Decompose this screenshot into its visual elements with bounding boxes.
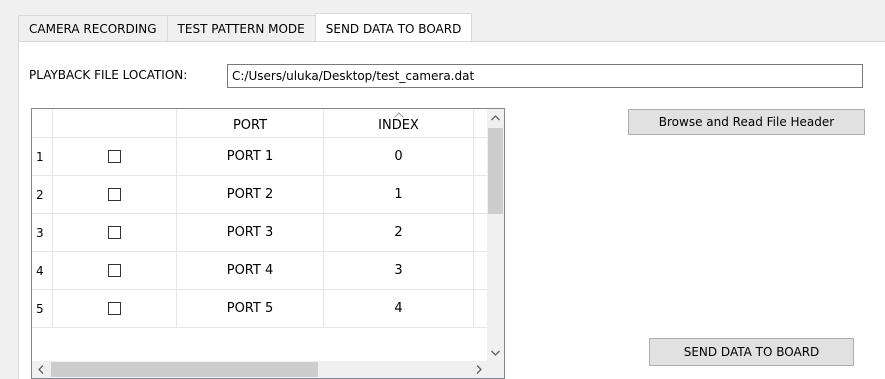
column-header-select[interactable] bbox=[53, 109, 177, 138]
tab-test-pattern-mode[interactable]: TEST PATTERN MODE bbox=[166, 15, 316, 41]
row-select-cell bbox=[53, 290, 177, 328]
index-cell[interactable]: 1 bbox=[324, 176, 474, 214]
header-filler bbox=[474, 109, 487, 138]
row-filler bbox=[474, 176, 487, 214]
port-cell[interactable]: PORT 4 bbox=[177, 252, 324, 290]
tab-camera-recording[interactable]: CAMERA RECORDING bbox=[18, 15, 168, 41]
row-select-cell bbox=[53, 214, 177, 252]
scroll-left-button[interactable] bbox=[32, 361, 49, 378]
table-row[interactable]: 1 PORT 1 0 bbox=[32, 138, 487, 176]
table-row[interactable]: 5 PORT 5 4 bbox=[32, 290, 487, 328]
scroll-up-button[interactable] bbox=[487, 109, 504, 126]
table-row[interactable]: 4 PORT 4 3 bbox=[32, 252, 487, 290]
row-filler bbox=[474, 138, 487, 176]
column-header-index-label: INDEX bbox=[378, 117, 419, 133]
column-header-index[interactable]: INDEX bbox=[324, 109, 474, 138]
table-row[interactable]: 2 PORT 2 1 bbox=[32, 176, 487, 214]
arrow-right-icon bbox=[476, 365, 482, 374]
row-checkbox[interactable] bbox=[108, 264, 121, 277]
port-table-grid: PORT INDEX 1 PORT 1 0 2 PORT 2 1 3 PORT … bbox=[32, 109, 487, 361]
index-cell[interactable]: 3 bbox=[324, 252, 474, 290]
app-window: CAMERA RECORDING TEST PATTERN MODE SEND … bbox=[0, 0, 885, 379]
tab-send-data-to-board[interactable]: SEND DATA TO BOARD bbox=[314, 13, 473, 41]
port-cell[interactable]: PORT 5 bbox=[177, 290, 324, 328]
row-select-cell bbox=[53, 252, 177, 290]
vertical-scrollbar[interactable] bbox=[487, 109, 504, 361]
table-row[interactable]: 3 PORT 3 2 bbox=[32, 214, 487, 252]
index-cell[interactable]: 4 bbox=[324, 290, 474, 328]
vertical-scroll-thumb[interactable] bbox=[488, 128, 503, 214]
header-corner bbox=[32, 109, 53, 138]
row-number: 3 bbox=[32, 214, 53, 252]
arrow-up-icon bbox=[491, 114, 500, 120]
port-cell[interactable]: PORT 3 bbox=[177, 214, 324, 252]
scrollbar-corner bbox=[487, 361, 504, 378]
row-checkbox[interactable] bbox=[108, 150, 121, 163]
row-number: 1 bbox=[32, 138, 53, 176]
index-cell[interactable]: 0 bbox=[324, 138, 474, 176]
arrow-down-icon bbox=[491, 350, 500, 356]
row-select-cell bbox=[53, 138, 177, 176]
arrow-left-icon bbox=[37, 365, 43, 374]
chevron-up-icon bbox=[393, 112, 404, 118]
send-data-to-board-button[interactable]: SEND DATA TO BOARD bbox=[649, 338, 854, 366]
browse-read-header-button[interactable]: Browse and Read File Header bbox=[628, 109, 865, 135]
row-checkbox[interactable] bbox=[108, 226, 121, 239]
column-header-port[interactable]: PORT bbox=[177, 109, 324, 138]
port-cell[interactable]: PORT 2 bbox=[177, 176, 324, 214]
tab-panel: PLAYBACK FILE LOCATION: Browse and Read … bbox=[18, 41, 885, 379]
row-filler bbox=[474, 290, 487, 328]
tab-bar: CAMERA RECORDING TEST PATTERN MODE SEND … bbox=[18, 13, 473, 42]
row-number: 2 bbox=[32, 176, 53, 214]
horizontal-scroll-thumb[interactable] bbox=[51, 362, 318, 377]
row-filler bbox=[474, 252, 487, 290]
index-cell[interactable]: 2 bbox=[324, 214, 474, 252]
row-filler bbox=[474, 214, 487, 252]
row-checkbox[interactable] bbox=[108, 302, 121, 315]
scroll-right-button[interactable] bbox=[470, 361, 487, 378]
row-select-cell bbox=[53, 176, 177, 214]
table-header-row: PORT INDEX bbox=[32, 109, 487, 138]
row-number: 5 bbox=[32, 290, 53, 328]
horizontal-scrollbar[interactable] bbox=[32, 361, 487, 378]
row-number: 4 bbox=[32, 252, 53, 290]
port-table: PORT INDEX 1 PORT 1 0 2 PORT 2 1 3 PORT … bbox=[31, 108, 505, 379]
scroll-down-button[interactable] bbox=[487, 344, 504, 361]
playback-file-location-label: PLAYBACK FILE LOCATION: bbox=[29, 68, 188, 82]
port-cell[interactable]: PORT 1 bbox=[177, 138, 324, 176]
playback-file-location-input[interactable] bbox=[227, 64, 863, 88]
row-checkbox[interactable] bbox=[108, 188, 121, 201]
